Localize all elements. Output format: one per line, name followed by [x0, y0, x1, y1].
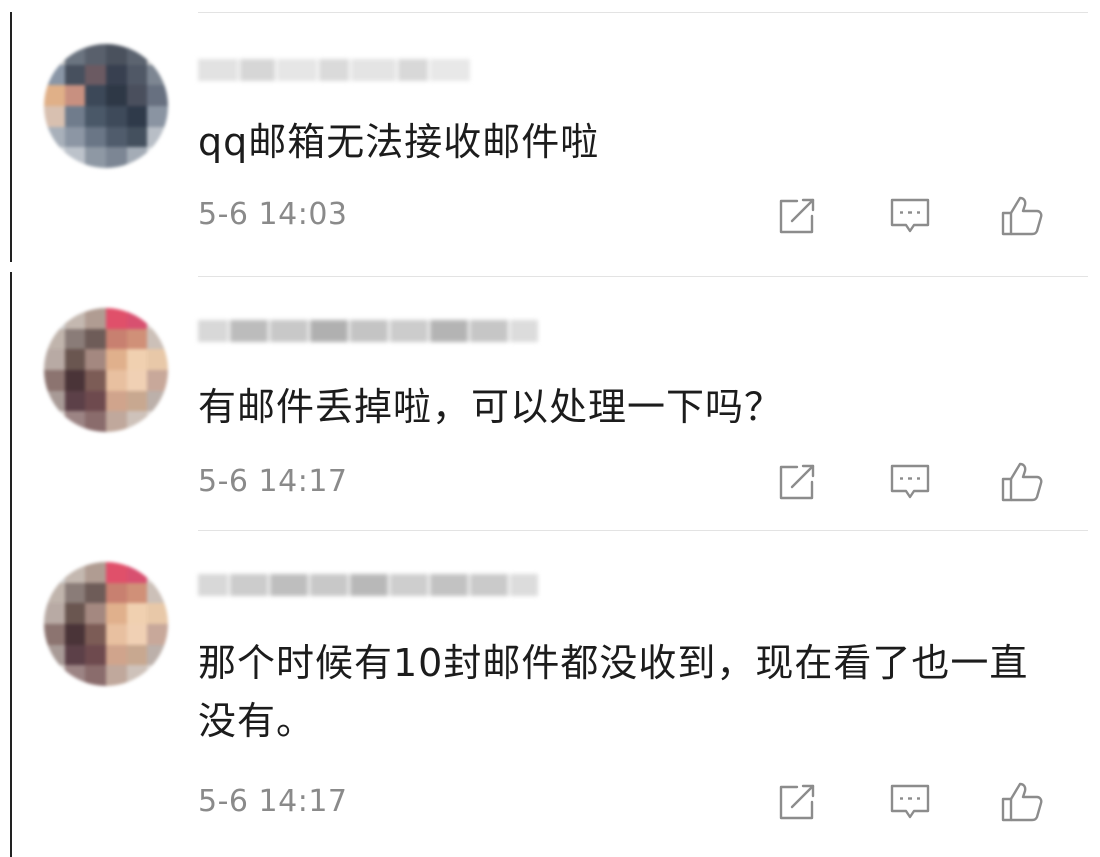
comment-time: 5-6 14:03 — [198, 197, 348, 232]
reply-icon[interactable] — [888, 460, 932, 504]
divider — [198, 12, 1088, 13]
comment-text: 那个时候有10封邮件都没收到，现在看了也一直没有。 — [198, 641, 1029, 743]
divider — [198, 530, 1088, 531]
comment-item: 有邮件丢掉啦，可以处理一下吗？ 5-6 14:17 — [0, 270, 1100, 530]
avatar[interactable] — [44, 562, 168, 686]
username-blurred[interactable] — [198, 570, 540, 600]
share-icon[interactable] — [775, 780, 819, 824]
share-icon[interactable] — [775, 460, 819, 504]
comment-time: 5-6 14:17 — [198, 464, 348, 499]
username-blurred[interactable] — [198, 316, 540, 346]
share-icon[interactable] — [775, 194, 819, 238]
username-blurred[interactable] — [198, 55, 472, 85]
comment-time: 5-6 14:17 — [198, 784, 348, 819]
comment-text: 有邮件丢掉啦，可以处理一下吗？ — [198, 385, 784, 429]
divider — [198, 276, 1088, 277]
reply-icon[interactable] — [888, 780, 932, 824]
comment-item: 那个时候有10封邮件都没收到，现在看了也一直没有。 5-6 14:17 — [0, 530, 1100, 857]
like-icon[interactable] — [1000, 194, 1044, 238]
avatar[interactable] — [44, 308, 168, 432]
reply-icon[interactable] — [888, 194, 932, 238]
comment-text: qq邮箱无法接收邮件啦 — [198, 120, 600, 164]
like-icon[interactable] — [1000, 780, 1044, 824]
avatar[interactable] — [44, 44, 168, 168]
comment-item: qq邮箱无法接收邮件啦 5-6 14:03 — [0, 0, 1100, 270]
like-icon[interactable] — [1000, 460, 1044, 504]
